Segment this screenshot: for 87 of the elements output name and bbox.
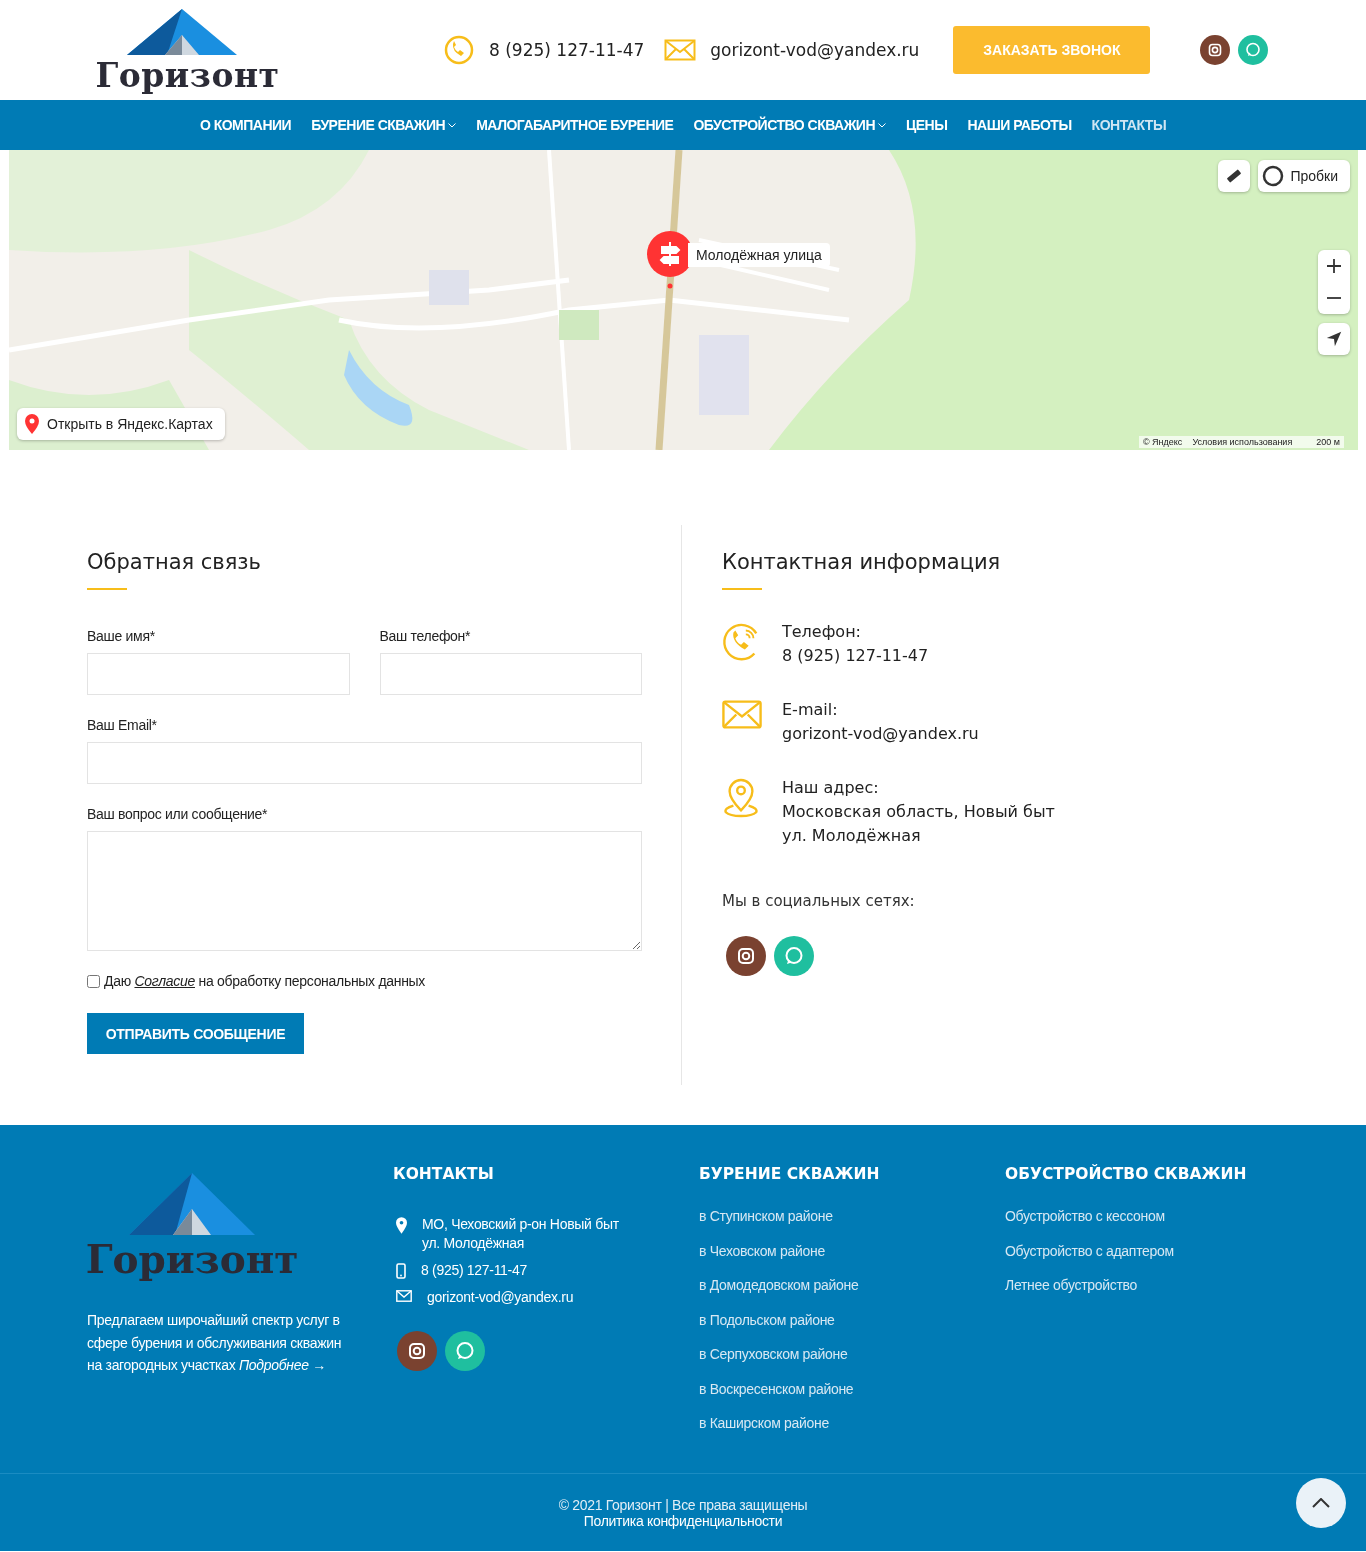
scroll-to-top-button[interactable] [1296, 1478, 1346, 1528]
submit-button[interactable]: ОТПРАВИТЬ СООБЩЕНИЕ [87, 1013, 304, 1054]
traffic-button[interactable]: Пробки [1258, 160, 1350, 192]
mountain-logo-icon [126, 9, 237, 57]
social-title: Мы в социальных сетях: [722, 892, 916, 910]
instagram-icon[interactable] [397, 1331, 437, 1371]
consent-link[interactable]: Согласие [134, 973, 195, 989]
map-scale: 200 м [1316, 437, 1340, 447]
footer-link[interactable]: в Ступинском районе [699, 1207, 1005, 1226]
contact-label: E-mail: [782, 699, 839, 721]
caret-icon [878, 122, 887, 128]
email-address[interactable]: gorizont-vod@yandex.ru [710, 40, 920, 60]
map-attribution: © Яндекс [1142, 437, 1183, 447]
chevron-up-icon [1312, 1498, 1330, 1508]
footer-link[interactable]: в Каширском районе [699, 1414, 1005, 1433]
logo-text: Горизонт [95, 57, 280, 95]
contact-label: Телефон: [782, 621, 862, 643]
location-pin-icon [722, 778, 760, 818]
footer-logo[interactable]: Горизонт [87, 1173, 297, 1281]
contact-value: ул. Молодёжная [782, 825, 922, 847]
open-in-maps-button[interactable]: Открыть в Яндекс.Картах [17, 408, 225, 440]
footer-link[interactable]: в Подольском районе [699, 1310, 1005, 1329]
contact-detail: ул. Молодёжная [422, 1234, 525, 1253]
nav-link[interactable]: МАЛОГАБАРИТНОЕ БУРЕНИЕ [476, 117, 674, 133]
more-link[interactable]: Подробнее → [239, 1357, 326, 1373]
field-label: Ваш телефон* [379, 628, 472, 644]
envelope-icon [396, 1290, 412, 1302]
column-title: ОБУСТРОЙСТВО СКВАЖИН [1005, 1165, 1248, 1183]
message-field[interactable] [87, 831, 642, 951]
ruler-button[interactable] [1218, 160, 1251, 192]
envelope-icon [664, 39, 697, 61]
nav-link[interactable]: ЦЕНЫ [906, 117, 948, 133]
nav-link[interactable]: БУРЕНИЕ СКВАЖИН [311, 117, 457, 133]
contact-detail: gorizont-vod@yandex.ru [427, 1288, 574, 1307]
traffic-ring-icon [1262, 165, 1285, 187]
phone-number[interactable]: 8 (925) 127-11-47 [489, 40, 645, 60]
field-label: Ваше имя* [87, 628, 156, 644]
caret-icon [448, 122, 457, 128]
whatsapp-icon[interactable] [1238, 35, 1269, 65]
field-label: Ваш вопрос или сообщение* [87, 806, 269, 822]
nav-link[interactable]: ОБУСТРОЙСТВО СКВАЖИН [693, 117, 887, 133]
location-pin-icon [396, 1217, 407, 1234]
mobile-phone-icon [396, 1263, 406, 1279]
locate-button[interactable] [1318, 323, 1350, 355]
footer-link[interactable]: Обустройство с адаптером [1005, 1241, 1311, 1260]
footer-link[interactable]: в Воскресенском районе [699, 1379, 1005, 1398]
phone-icon [443, 34, 475, 66]
footer-link[interactable]: в Чеховском районе [699, 1241, 1005, 1260]
footer-link[interactable]: Летнее обустройство [1005, 1276, 1311, 1295]
contact-label: Наш адрес: [782, 777, 880, 799]
placemark-label: Молодёжная улица [688, 243, 830, 267]
whatsapp-icon[interactable] [445, 1331, 485, 1371]
consent-checkbox[interactable] [87, 974, 100, 988]
navigation-arrow-icon [1325, 330, 1343, 348]
section-title: Обратная связь [87, 549, 262, 575]
nav-link[interactable]: НАШИ РАБОТЫ [967, 117, 1072, 133]
input-field[interactable] [379, 653, 642, 695]
logo[interactable]: Горизонт [95, 9, 280, 95]
privacy-policy-link[interactable]: Политика конфиденциальности [583, 1512, 783, 1529]
whatsapp-icon[interactable] [774, 936, 814, 976]
contact-value: gorizont-vod@yandex.ru [782, 723, 979, 745]
contact-value: 8 (925) 127-11-47 [782, 645, 929, 667]
contact-value: Московская область, Новый быт [782, 801, 1055, 823]
column-title: КОНТАКТЫ [393, 1165, 495, 1183]
terms-link[interactable]: Условия использования [1192, 437, 1293, 447]
input-field[interactable] [87, 653, 350, 695]
column-title: БУРЕНИЕ СКВАЖИН [699, 1165, 881, 1183]
contact-detail: МО, Чеховский р-он Новый быт [422, 1215, 619, 1234]
nav-link[interactable]: КОНТАКТЫ [1091, 117, 1167, 133]
footer-link[interactable]: в Серпуховском районе [699, 1345, 1005, 1364]
map-pin-icon [25, 414, 39, 434]
footer-link[interactable]: Обустройство с кессоном [1005, 1207, 1311, 1226]
instagram-icon[interactable] [726, 936, 766, 976]
field-label: Ваш Email* [87, 717, 158, 733]
nav-link[interactable]: О КОМПАНИИ [199, 117, 292, 133]
copyright-text: © 2021 Горизонт | Все права защищены [558, 1496, 808, 1513]
input-field[interactable] [87, 742, 642, 784]
mountain-logo-icon [129, 1173, 255, 1237]
company-description: Предлагаем широчайший спектр услуг в сфере бурения и обслуживания скважин на загородных участках Подробнее → [87, 1311, 343, 1375]
footer-link[interactable]: в Домодедовском районе [699, 1276, 1005, 1295]
instagram-icon[interactable] [1200, 35, 1231, 65]
section-title: Контактная информация [722, 549, 1002, 575]
envelope-icon [722, 700, 762, 729]
consent-text: Даю Согласие на обработку персональных данных [104, 973, 426, 989]
zoom-in-icon[interactable] [1324, 256, 1344, 276]
logo-text: Горизонт [85, 1237, 299, 1281]
contact-detail: 8 (925) 127-11-47 [421, 1261, 527, 1280]
